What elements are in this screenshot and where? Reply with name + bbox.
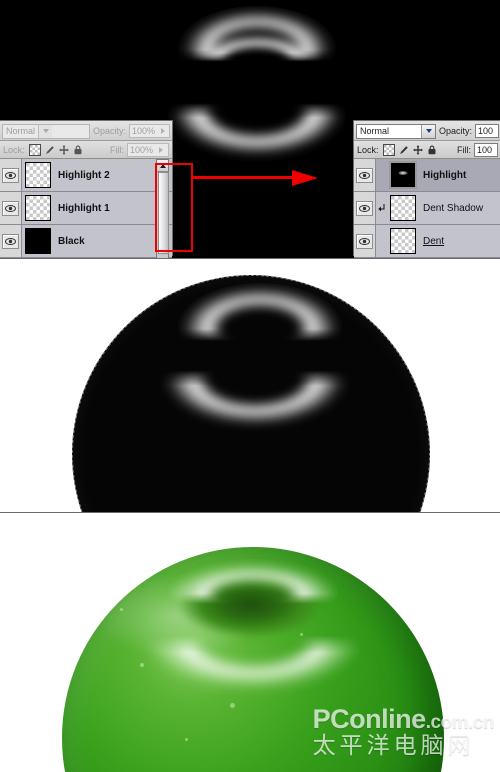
layer-visibility-toggle[interactable] <box>0 159 22 191</box>
middle-canvas-panel <box>0 258 500 512</box>
fill-group: Fill: 100% <box>110 142 169 157</box>
layer-name: Dent Shadow <box>423 202 484 214</box>
layer-thumbnail[interactable] <box>390 195 416 221</box>
blend-mode-value: Normal <box>6 125 36 136</box>
eye-icon[interactable] <box>356 233 373 249</box>
opacity-field[interactable]: 100 <box>475 124 499 138</box>
lock-icons-group <box>28 143 83 156</box>
fill-value: 100% <box>130 144 154 155</box>
layers-list-before[interactable]: Highlight 2 Highlight 1 Black <box>0 159 172 258</box>
layer-name: Highlight 2 <box>58 169 110 181</box>
layer-name: Black <box>58 235 85 247</box>
eye-icon[interactable] <box>2 167 19 183</box>
sphere-lower-highlight-arc <box>160 335 350 433</box>
watermark-brand-suffix: .com.cn <box>425 712 495 733</box>
lock-image-icon[interactable] <box>399 145 409 155</box>
eye-icon[interactable] <box>356 200 373 216</box>
lower-highlight-arc <box>168 70 346 162</box>
blend-mode-select[interactable]: Normal <box>356 123 436 139</box>
bottom-canvas-panel: PConline.com.cn 太平洋电脑网 <box>0 512 500 772</box>
layers-list-after[interactable]: Highlight Dent Shadow Dent <box>354 159 500 258</box>
layer-row[interactable]: Dent Shadow <box>354 192 500 225</box>
annotation-rectangle <box>155 163 193 252</box>
layer-thumbnail[interactable] <box>25 195 51 221</box>
opacity-field[interactable]: 100% <box>129 124 170 138</box>
apple-speck <box>185 738 188 741</box>
chevron-down-icon[interactable] <box>38 124 53 138</box>
layer-thumbnail[interactable] <box>389 161 417 189</box>
layer-row[interactable]: Highlight 1 <box>0 192 172 225</box>
blend-mode-row: Normal Opacity: 100% <box>0 121 172 141</box>
eye-icon[interactable] <box>2 233 19 249</box>
lock-label: Lock: <box>357 144 379 155</box>
fill-value: 100 <box>477 144 493 155</box>
layer-visibility-toggle[interactable] <box>354 225 376 257</box>
fill-label: Fill: <box>457 144 471 155</box>
lock-transparency-icon[interactable] <box>382 143 395 156</box>
layer-visibility-toggle[interactable] <box>354 159 376 191</box>
layer-thumbnail[interactable] <box>25 162 51 188</box>
eye-icon[interactable] <box>2 200 19 216</box>
fill-slider-arrow-icon[interactable] <box>155 144 166 156</box>
opacity-value: 100 <box>478 126 494 136</box>
layer-thumbnail[interactable] <box>25 228 51 254</box>
layer-name: Highlight <box>423 169 467 181</box>
top-canvas-panel: Normal Opacity: 100% Lock: Fill: 100% Hi… <box>0 0 500 258</box>
layer-name: Highlight 1 <box>58 202 110 214</box>
watermark-brand-cn: 太平洋电脑网 <box>312 733 475 759</box>
fill-group: Fill: 100 <box>457 142 498 157</box>
layer-visibility-toggle[interactable] <box>0 192 22 224</box>
lock-icons-group <box>382 143 437 156</box>
watermark: PConline.com.cn 太平洋电脑网 <box>312 704 495 759</box>
apple-speck <box>140 663 144 667</box>
lock-row: Lock: Fill: 100% <box>0 141 172 159</box>
layer-row[interactable]: Highlight <box>354 159 500 192</box>
lock-label: Lock: <box>3 144 25 155</box>
chevron-down-icon[interactable] <box>421 124 435 138</box>
opacity-value: 100% <box>132 126 156 136</box>
annotation-arrow-head <box>292 170 318 186</box>
lock-transparency-icon[interactable] <box>28 143 41 156</box>
layer-visibility-toggle[interactable] <box>0 225 22 257</box>
apple-speck <box>300 633 303 636</box>
fill-label: Fill: <box>110 144 124 155</box>
apple-speck <box>230 703 235 708</box>
opacity-label: Opacity: <box>439 126 473 136</box>
blend-mode-row: Normal Opacity: 100 <box>354 121 500 141</box>
watermark-brand: PConline.com.cn <box>312 704 495 734</box>
fill-field[interactable]: 100% <box>127 142 169 157</box>
layer-name: Dent <box>423 235 445 247</box>
layers-panel-before[interactable]: Normal Opacity: 100% Lock: Fill: 100% Hi… <box>0 120 173 258</box>
watermark-brand-main: PConline <box>312 704 427 734</box>
lock-position-icon[interactable] <box>58 144 69 155</box>
lock-image-icon[interactable] <box>45 145 55 155</box>
annotation-arrow-line <box>192 176 298 179</box>
layer-row[interactable]: Dent <box>354 225 500 258</box>
clipping-mask-arrow-icon <box>376 203 387 213</box>
lock-position-icon[interactable] <box>412 144 423 155</box>
lock-all-icon[interactable] <box>427 145 437 155</box>
apple-speck <box>120 608 123 611</box>
blend-mode-select[interactable]: Normal <box>2 123 90 139</box>
opacity-label: Opacity: <box>93 126 127 136</box>
eye-icon[interactable] <box>356 167 373 183</box>
fill-field[interactable]: 100 <box>474 142 498 157</box>
layer-row[interactable]: Black <box>0 225 172 258</box>
blend-mode-value: Normal <box>360 125 390 136</box>
layer-thumbnail[interactable] <box>390 228 416 254</box>
layer-visibility-toggle[interactable] <box>354 192 376 224</box>
lock-all-icon[interactable] <box>73 145 83 155</box>
lock-row: Lock: Fill: 100 <box>354 141 500 159</box>
layer-row[interactable]: Highlight 2 <box>0 159 172 192</box>
opacity-slider-arrow-icon[interactable] <box>157 125 168 137</box>
layers-panel-after[interactable]: Normal Opacity: 100 Lock: Fill: 100 High… <box>353 120 500 258</box>
